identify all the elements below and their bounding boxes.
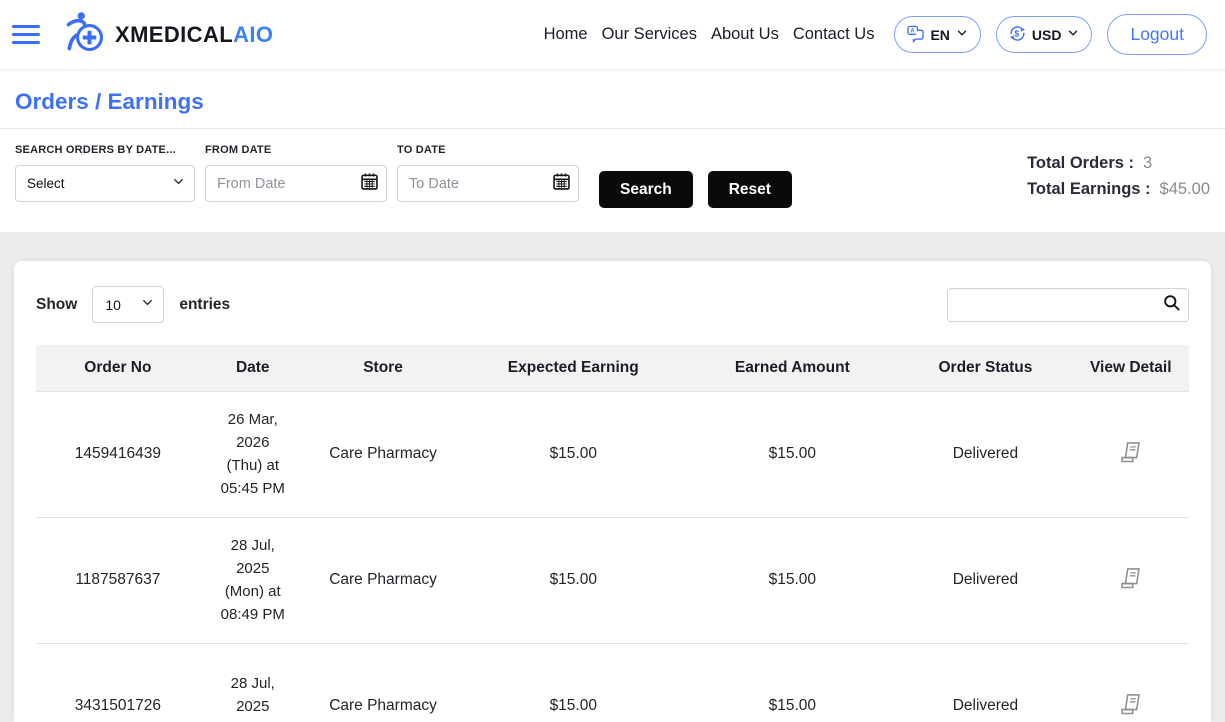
page-size-select[interactable]: 10 <box>92 286 165 323</box>
cell-expected-earning: $15.00 <box>460 643 687 722</box>
header-earned-amount: Earned Amount <box>686 345 899 392</box>
header-order-no: Order No <box>36 345 200 392</box>
header-store: Store <box>305 345 461 392</box>
cell-earned-amount: $15.00 <box>686 517 899 644</box>
view-detail-button[interactable] <box>1113 435 1148 473</box>
to-date-input-wrap <box>397 165 579 202</box>
cell-order-status: Delivered <box>898 517 1073 644</box>
currency-exchange-icon: $ <box>1008 24 1027 46</box>
nav-link-about-us[interactable]: About Us <box>711 25 779 44</box>
cell-date: 28 Jul, 2025 (Mon) at <box>199 643 306 722</box>
cell-order-no: 1187587637 <box>36 517 200 644</box>
search-by-date-select[interactable]: Select <box>15 165 195 202</box>
svg-text:A: A <box>911 28 916 34</box>
search-by-date-label: SEARCH ORDERS BY DATE... <box>15 144 176 156</box>
totals-summary: Total Orders : 3 Total Earnings : $45.00 <box>1027 144 1210 199</box>
svg-text:$: $ <box>1014 28 1019 38</box>
reset-button[interactable]: Reset <box>707 171 792 208</box>
table-row: 3431501726 28 Jul, 2025 (Mon) at Care Ph… <box>36 643 1189 722</box>
cell-earned-amount: $15.00 <box>686 643 899 722</box>
currency-dropdown[interactable]: $ USD <box>995 16 1093 53</box>
page-background: Show 10 entries Order No Date Store Expe… <box>0 232 1225 722</box>
cell-expected-earning: $15.00 <box>460 391 687 518</box>
language-value: EN <box>930 26 950 43</box>
to-date-group: TO DATE <box>397 144 579 202</box>
entries-label: entries <box>179 295 231 313</box>
orders-table: Order No Date Store Expected Earning Ear… <box>36 345 1189 722</box>
cell-store: Care Pharmacy <box>305 643 461 722</box>
table-search-input[interactable] <box>947 287 1189 322</box>
table-header-row: Order No Date Store Expected Earning Ear… <box>36 345 1189 392</box>
show-label: Show <box>36 295 78 313</box>
search-by-date-select-wrap: Select <box>15 165 195 202</box>
table-row: 1187587637 28 Jul, 2025 (Mon) at 08:49 P… <box>36 517 1189 644</box>
title-section: Orders / Earnings <box>0 70 1225 129</box>
to-date-label: TO DATE <box>397 144 446 156</box>
medical-logo-icon <box>62 10 106 59</box>
cell-date: 28 Jul, 2025 (Mon) at 08:49 PM <box>199 517 306 644</box>
cell-store: Care Pharmacy <box>305 391 461 518</box>
nav-links: Home Our Services About Us Contact Us <box>544 25 875 44</box>
cell-earned-amount: $15.00 <box>686 391 899 518</box>
language-dropdown[interactable]: A EN <box>894 16 981 53</box>
receipt-icon <box>1117 442 1144 469</box>
cell-order-no: 1459416439 <box>36 391 200 518</box>
chevron-down-icon <box>1066 26 1080 43</box>
brand-name: XMEDICALAIO <box>115 21 274 47</box>
total-earnings-label: Total Earnings : <box>1027 180 1151 198</box>
search-by-date-group: SEARCH ORDERS BY DATE... Select <box>15 144 195 202</box>
header-view-detail: View Detail <box>1072 345 1189 392</box>
hamburger-icon[interactable] <box>12 25 40 44</box>
cell-order-status: Delivered <box>898 391 1073 518</box>
currency-value: USD <box>1031 26 1062 43</box>
table-controls: Show 10 entries <box>36 286 1189 323</box>
calendar-icon[interactable] <box>359 171 380 197</box>
search-button[interactable]: Search <box>599 171 693 208</box>
receipt-icon <box>1117 568 1144 595</box>
cell-order-no: 3431501726 <box>36 643 200 722</box>
nav-link-home[interactable]: Home <box>544 25 588 44</box>
chevron-down-icon <box>955 26 969 43</box>
from-date-group: FROM DATE <box>205 144 387 202</box>
page-title: Orders / Earnings <box>15 89 204 114</box>
logout-button[interactable]: Logout <box>1107 14 1207 55</box>
view-detail-button[interactable] <box>1113 687 1148 722</box>
cell-store: Care Pharmacy <box>305 517 461 644</box>
total-orders-value: 3 <box>1143 154 1153 172</box>
from-date-input-wrap <box>205 165 387 202</box>
header-expected-earning: Expected Earning <box>460 345 687 392</box>
calendar-icon[interactable] <box>551 171 572 197</box>
view-detail-button[interactable] <box>1113 561 1148 599</box>
cell-date: 26 Mar, 2026 (Thu) at 05:45 PM <box>199 391 306 518</box>
magnifier-icon <box>1162 293 1181 317</box>
cell-order-status: Delivered <box>898 643 1073 722</box>
translate-icon: A <box>906 24 925 46</box>
from-date-label: FROM DATE <box>205 144 272 156</box>
table-search-wrap <box>947 287 1189 322</box>
brand-logo[interactable]: XMEDICALAIO <box>62 10 273 59</box>
total-earnings-row: Total Earnings : $45.00 <box>1027 180 1210 199</box>
total-earnings-value: $45.00 <box>1159 180 1210 198</box>
filter-bar: SEARCH ORDERS BY DATE... Select FROM DAT… <box>0 129 1225 232</box>
header-date: Date <box>199 345 306 392</box>
nav-actions: A EN $ USD Logout <box>894 14 1207 55</box>
orders-table-card: Show 10 entries Order No Date Store Expe… <box>14 261 1211 722</box>
total-orders-row: Total Orders : 3 <box>1027 154 1210 173</box>
page-size-select-wrap: 10 <box>92 286 165 323</box>
cell-view-detail <box>1072 391 1189 518</box>
total-orders-label: Total Orders : <box>1027 154 1135 172</box>
cell-expected-earning: $15.00 <box>460 517 687 644</box>
header-order-status: Order Status <box>898 345 1073 392</box>
cell-view-detail <box>1072 643 1189 722</box>
table-row: 1459416439 26 Mar, 2026 (Thu) at 05:45 P… <box>36 391 1189 518</box>
nav-link-our-services[interactable]: Our Services <box>602 25 697 44</box>
navbar: XMEDICALAIO Home Our Services About Us C… <box>0 0 1225 70</box>
receipt-icon <box>1117 694 1144 721</box>
cell-view-detail <box>1072 517 1189 644</box>
nav-link-contact-us[interactable]: Contact Us <box>793 25 875 44</box>
